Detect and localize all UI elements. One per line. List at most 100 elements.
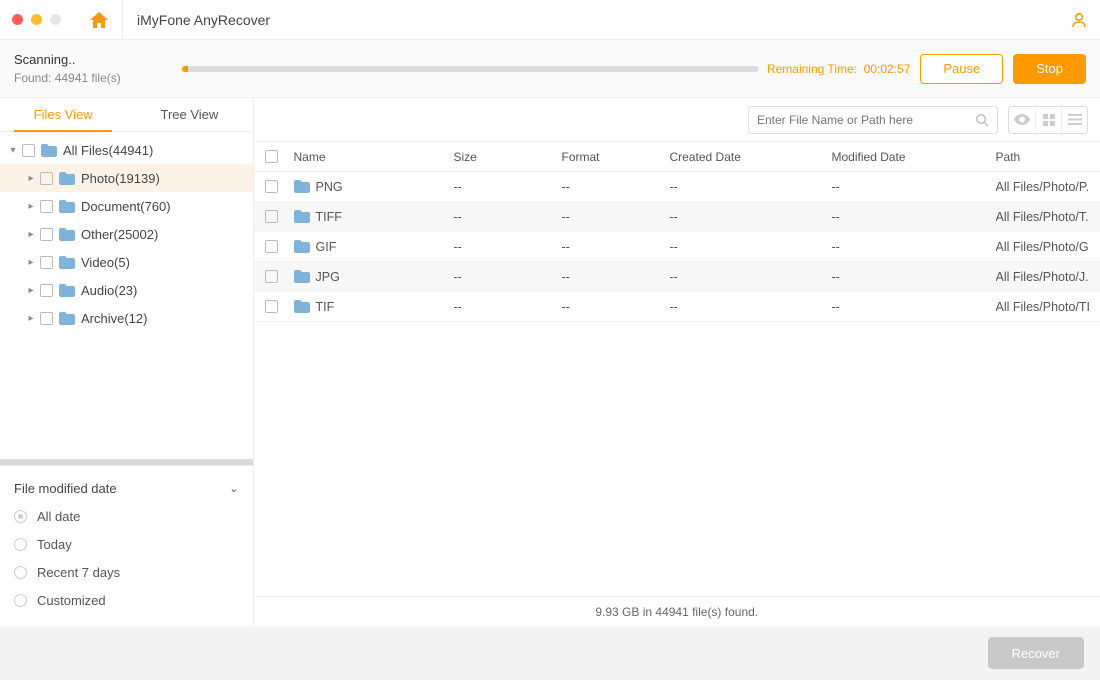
filter-option[interactable]: Customized [14, 586, 239, 614]
filter-option[interactable]: Recent 7 days [14, 558, 239, 586]
view-tabs: Files View Tree View [0, 98, 253, 132]
tree-label: All Files(44941) [63, 143, 153, 158]
list-icon [1068, 114, 1082, 125]
checkbox[interactable] [40, 200, 53, 213]
chevron-right-icon[interactable]: ▸ [24, 313, 38, 324]
cell-modified: -- [832, 180, 996, 194]
filter-header[interactable]: File modified date ⌄ [14, 474, 239, 502]
folder-icon [294, 180, 310, 193]
window-controls [12, 14, 61, 25]
tree-root[interactable]: ▾ All Files(44941) [0, 136, 253, 164]
table-row[interactable]: TIFF--------All Files/Photo/T. [254, 202, 1100, 232]
cell-modified: -- [832, 210, 996, 224]
folder-icon [294, 210, 310, 223]
table-header: Name Size Format Created Date Modified D… [254, 142, 1100, 172]
cell-size: -- [454, 300, 562, 314]
eye-icon [1014, 114, 1030, 125]
chevron-right-icon[interactable]: ▸ [24, 173, 38, 184]
row-checkbox[interactable] [265, 240, 278, 253]
scan-status: Scanning.. [14, 52, 182, 68]
maximize-window-button[interactable] [50, 14, 61, 25]
checkbox[interactable] [22, 144, 35, 157]
folder-icon [294, 240, 310, 253]
cell-format: -- [562, 180, 670, 194]
progress-wrap: Remaining Time: 00:02:57 [182, 62, 910, 76]
chevron-right-icon[interactable]: ▸ [24, 201, 38, 212]
tab-tree-view[interactable]: Tree View [126, 98, 252, 131]
radio[interactable] [14, 538, 27, 551]
user-button[interactable] [1070, 11, 1088, 29]
preview-toggle[interactable] [1009, 107, 1035, 133]
filter-label: Today [37, 537, 72, 552]
home-button[interactable] [75, 0, 123, 40]
tree-item[interactable]: ▸Video(5) [0, 248, 253, 276]
col-created[interactable]: Created Date [670, 150, 832, 164]
list-view-button[interactable] [1061, 107, 1087, 133]
cell-created: -- [670, 180, 832, 194]
chevron-right-icon[interactable]: ▸ [24, 285, 38, 296]
table-row[interactable]: GIF--------All Files/Photo/G [254, 232, 1100, 262]
tree-item[interactable]: ▸Audio(23) [0, 276, 253, 304]
chevron-down-icon[interactable]: ▾ [6, 145, 20, 156]
search-input[interactable] [757, 113, 975, 127]
cell-size: -- [454, 270, 562, 284]
status-bar: 9.93 GB in 44941 file(s) found. [254, 596, 1100, 626]
col-name[interactable]: Name [294, 150, 454, 164]
col-format[interactable]: Format [562, 150, 670, 164]
tree-item[interactable]: ▸ Other(25002) [0, 220, 253, 248]
row-checkbox[interactable] [265, 270, 278, 283]
radio[interactable] [14, 566, 27, 579]
select-all-checkbox[interactable] [265, 150, 278, 163]
checkbox[interactable] [40, 228, 53, 241]
filter-option[interactable]: Today [14, 530, 239, 558]
toolbar [254, 98, 1100, 142]
radio[interactable] [14, 594, 27, 607]
checkbox[interactable] [40, 284, 53, 297]
table-row[interactable]: JPG--------All Files/Photo/J. [254, 262, 1100, 292]
col-path[interactable]: Path [996, 150, 1100, 164]
stop-button[interactable]: Stop [1013, 54, 1086, 84]
cell-size: -- [454, 210, 562, 224]
row-checkbox[interactable] [265, 300, 278, 313]
chevron-right-icon[interactable]: ▸ [24, 229, 38, 240]
minimize-window-button[interactable] [31, 14, 42, 25]
tab-files-view[interactable]: Files View [0, 98, 126, 131]
row-checkbox[interactable] [265, 180, 278, 193]
filter-label: All date [37, 509, 80, 524]
table-row[interactable]: TIF--------All Files/Photo/TI [254, 292, 1100, 322]
chevron-down-icon: ⌄ [229, 482, 238, 495]
chevron-right-icon[interactable]: ▸ [24, 257, 38, 268]
recover-button[interactable]: Recover [988, 637, 1084, 669]
col-modified[interactable]: Modified Date [832, 150, 996, 164]
checkbox[interactable] [40, 256, 53, 269]
close-window-button[interactable] [12, 14, 23, 25]
tree-label: Photo(19139) [81, 171, 160, 186]
tree-item[interactable]: ▸ Photo(19139) [0, 164, 253, 192]
scan-status-block: Scanning.. Found: 44941 file(s) [14, 52, 182, 86]
tree-item[interactable]: ▸Document(760) [0, 192, 253, 220]
tree-label: Other(25002) [81, 227, 158, 242]
pause-button[interactable]: Pause [920, 54, 1003, 84]
checkbox[interactable] [40, 312, 53, 325]
grid-view-button[interactable] [1035, 107, 1061, 133]
table-row[interactable]: PNG--------All Files/Photo/P. [254, 172, 1100, 202]
folder-icon [41, 144, 57, 157]
tree-item[interactable]: ▸Archive(12) [0, 304, 253, 332]
progress-fill [182, 66, 188, 72]
cell-format: -- [562, 210, 670, 224]
scan-bar: Scanning.. Found: 44941 file(s) Remainin… [0, 40, 1100, 98]
cell-name: PNG [294, 180, 454, 194]
search-box[interactable] [748, 106, 998, 134]
cell-modified: -- [832, 240, 996, 254]
cell-size: -- [454, 180, 562, 194]
file-tree: ▾ All Files(44941) ▸ Photo(19139) ▸Documen… [0, 132, 253, 459]
scan-found: Found: 44941 file(s) [14, 71, 182, 85]
checkbox[interactable] [40, 172, 53, 185]
radio[interactable] [14, 510, 27, 523]
app-title: iMyFone AnyRecover [137, 12, 270, 28]
filter-option[interactable]: All date [14, 502, 239, 530]
row-checkbox[interactable] [265, 210, 278, 223]
view-mode-group [1008, 106, 1088, 134]
cell-name: TIFF [294, 210, 454, 224]
col-size[interactable]: Size [454, 150, 562, 164]
